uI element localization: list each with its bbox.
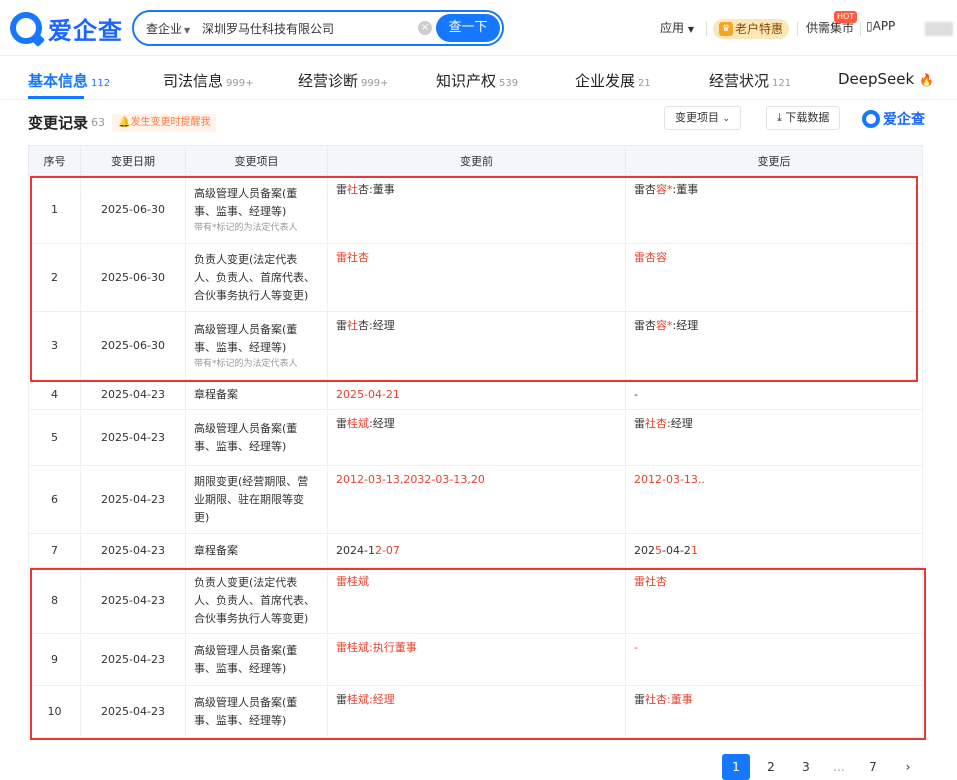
value-segment: 1 [690,543,698,557]
search-type-select[interactable]: 查企业 ▼ [134,20,196,37]
value-segment: 2-07 [374,543,400,557]
page-button[interactable]: 3 [792,754,820,780]
change-date: 2025-04-23 [80,379,186,410]
tab-ip[interactable]: 知识产权 539 [436,70,518,91]
vip-promo-button[interactable]: ♛ 老户特惠 [713,19,789,39]
hot-badge: HOT [834,11,858,23]
value-after: 2025-04-21 [625,533,923,568]
value-segment: 5 [655,543,662,557]
change-item-text: 高级管理人员备案(董事、监事、经理等) [194,421,298,453]
change-date: 2025-04-23 [80,465,186,534]
change-item: 期限变更(经营期限、营业期限、驻在期限等变更) [185,465,328,534]
table-row: 6 2025-04-23 期限变更(经营期限、营业期限、驻在期限等变更) 2012-0… [28,465,923,534]
value-segment: 2012-03-13,2032-03-13,20 [336,473,485,486]
download-icon: ⤓ [777,111,782,124]
clear-icon[interactable]: × [418,21,432,35]
site-logo[interactable]: 爱企查 [10,10,123,46]
value-segment: 2025-04-21 [336,387,400,401]
value-before: 2024-12-07 [327,533,626,568]
page-button[interactable]: 7 [859,754,887,780]
highlight-box [30,568,926,740]
change-item-text: 章程备案 [194,543,238,557]
tab-basic-info[interactable]: 基本信息 112 [28,70,110,91]
watermark-logo: 爱企查 [862,109,925,129]
avatar[interactable] [925,22,953,36]
value-segment: 雷 [634,417,645,430]
column-header: 变更后 [625,145,923,176]
change-type-filter[interactable]: 变更项目 ⌄ [664,106,742,130]
column-header: 变更项目 [185,145,328,176]
highlight-box [30,176,918,382]
apps-menu[interactable]: 应用 ▼ [660,19,694,36]
bell-icon: 🔔 [118,117,131,128]
row-number: 4 [28,379,81,410]
value-after: 雷社杏:经理 [625,409,923,466]
tab-development[interactable]: 企业发展 21 [575,70,651,91]
value-after: - [625,379,923,410]
value-before: 雷桂斌:经理 [327,409,626,466]
phone-icon: ▯ [866,19,873,33]
page-button[interactable]: 2 [757,754,785,780]
crown-icon: ♛ [719,22,733,36]
chevron-down-icon: ▼ [184,25,191,35]
tab-judicial[interactable]: 司法信息 999+ [163,70,253,91]
active-tab-indicator [28,96,84,99]
column-header: 变更前 [327,145,626,176]
page-button[interactable]: 1 [722,754,750,780]
value-before: 2012-03-13,2032-03-13,20 [327,465,626,534]
change-date: 2025-04-23 [80,533,186,568]
logo-text: 爱企查 [48,16,123,45]
table-row: 7 2025-04-23 章程备案 2024-12-07 2025-04-21 [28,533,923,568]
value-segment: 社杏 [645,417,667,430]
table-row: 4 2025-04-23 章程备案 2025-04-21 - [28,379,923,410]
value-segment: 2012-03-13.. [634,473,705,486]
divider [706,22,707,36]
app-link[interactable]: ▯APP [866,19,895,33]
value-segment: 桂斌 [347,417,369,430]
search-button[interactable]: 查一下 [436,14,500,42]
page-ellipsis: ... [833,760,845,774]
divider [860,22,861,36]
change-item: 高级管理人员备案(董事、监事、经理等) [185,409,328,466]
change-reminder-button[interactable]: 🔔发生变更时提醒我 [112,114,217,132]
logo-icon [862,110,880,128]
divider [797,22,798,36]
top-header: 爱企查 查企业▼ × 查一下 应用 ▼ ♛老户特惠 供需集市 HOT ▯APP [0,0,957,56]
value-segment: 2024-1 [336,543,375,557]
tab-operation[interactable]: 经营状况 121 [709,70,791,91]
tab-deepseek[interactable]: DeepSeek 🔥 [838,70,934,88]
value-segment: :经理 [667,417,693,430]
column-header: 变更日期 [80,145,186,176]
tab-diagnosis[interactable]: 经营诊断 999+ [298,70,388,91]
value-segment: 雷 [336,417,347,430]
download-button[interactable]: ⤓ 下载数据 [766,106,841,130]
change-date: 2025-04-23 [80,409,186,466]
value-segment: :经理 [369,417,395,430]
section-title: 变更记录 [28,114,89,132]
value-segment: -04-2 [662,543,691,557]
chevron-down-icon: ▼ [687,25,694,34]
value-segment: - [634,387,638,401]
value-before: 2025-04-21 [327,379,626,410]
search-input[interactable] [202,21,412,35]
section-count: 63 [91,116,105,129]
change-item: 章程备案 [185,379,328,410]
change-item-text: 期限变更(经营期限、营业期限、驻在期限等变更) [194,474,309,524]
next-page-button[interactable]: › [894,754,922,780]
table-header-row: 序号 变更日期 变更项目 变更前 变更后 [28,145,923,176]
change-item-text: 章程备案 [194,387,238,401]
value-after: 2012-03-13.. [625,465,923,534]
table-row: 5 2025-04-23 高级管理人员备案(董事、监事、经理等) 雷桂斌:经理 雷社杏:… [28,409,923,466]
row-number: 5 [28,409,81,466]
main-tabs: 基本信息 112 司法信息 999+ 经营诊断 999+ 知识产权 539 企业发展 21… [0,66,957,100]
change-item: 章程备案 [185,533,328,568]
column-header: 序号 [28,145,81,176]
row-number: 7 [28,533,81,568]
chevron-down-icon: ⌄ [722,114,731,124]
search-bar: 查企业▼ × 查一下 [132,10,504,46]
row-number: 6 [28,465,81,534]
fire-icon: 🔥 [918,73,934,87]
logo-icon [10,12,42,44]
value-segment: 202 [634,543,655,557]
